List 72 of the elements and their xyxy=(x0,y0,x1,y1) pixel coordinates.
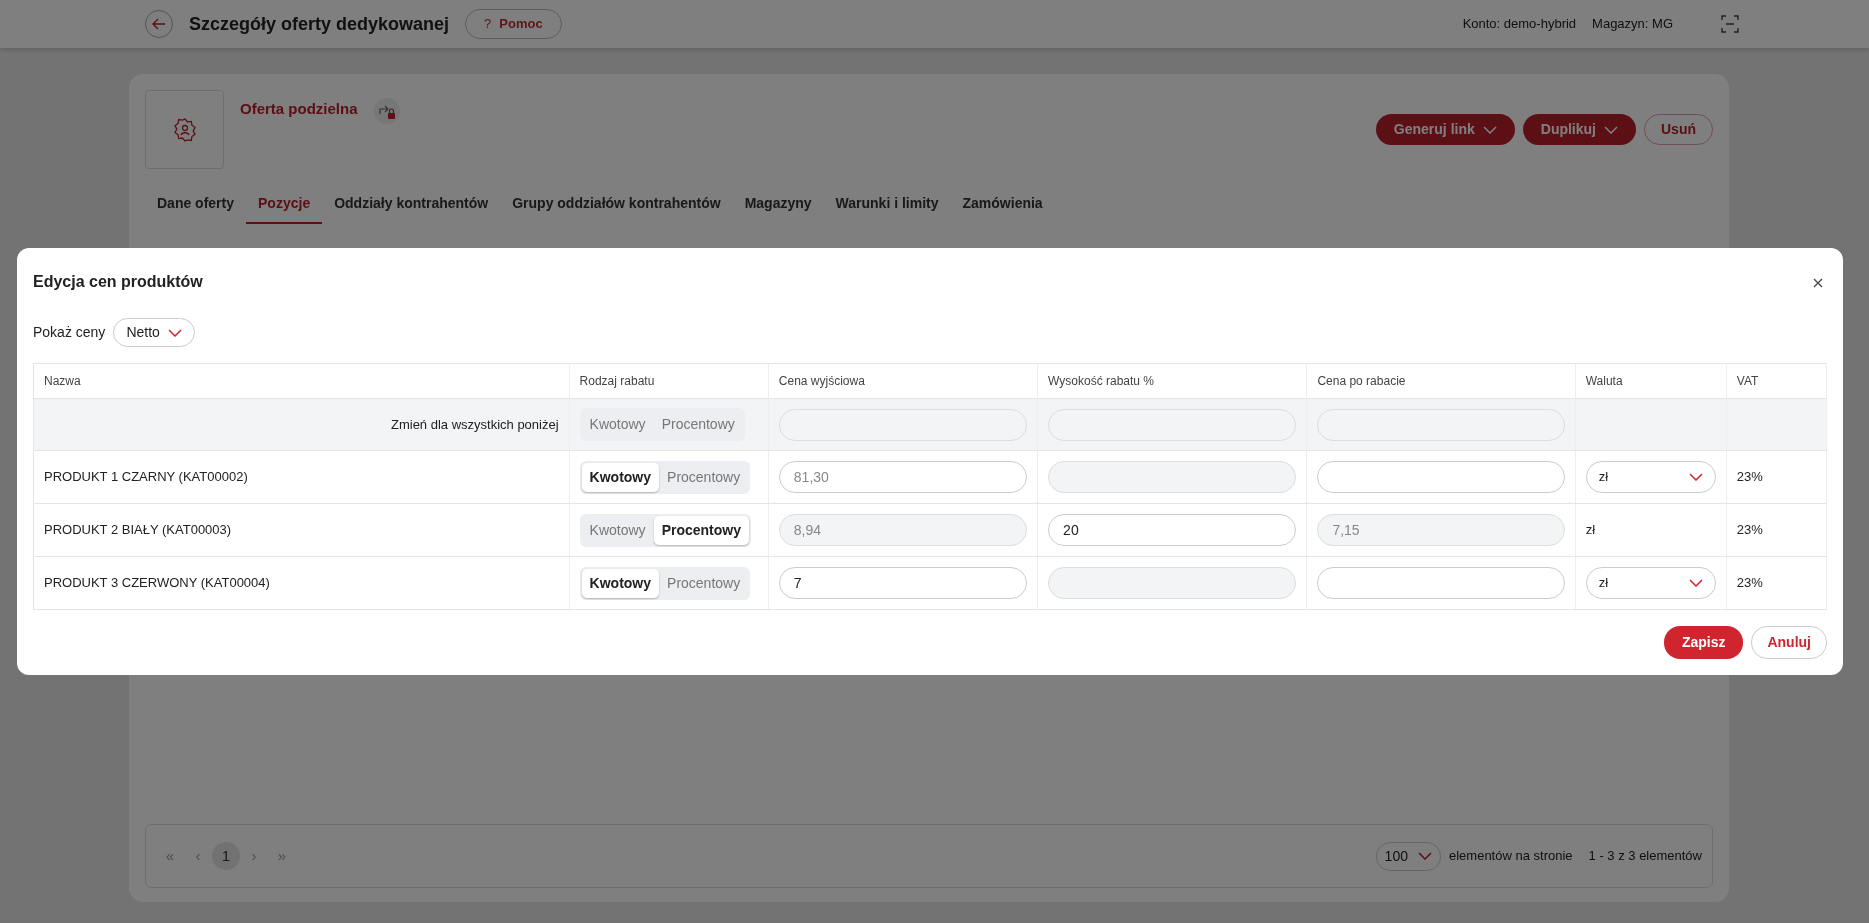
range-label: 1 - 3 z 3 elementów xyxy=(1588,847,1702,866)
dropdown-button[interactable]: Generuj link xyxy=(1375,114,1515,145)
tab[interactable]: Magazyny xyxy=(732,185,824,224)
discount-type-option[interactable]: Procentowy xyxy=(653,410,743,439)
vat-rate: 23% xyxy=(1736,522,1763,538)
page-button[interactable]: 1 xyxy=(212,842,240,870)
gear-user-icon xyxy=(172,117,197,142)
discount-type-option[interactable]: Kwotowy xyxy=(581,410,654,439)
warehouse-info: Magazyn: MG xyxy=(1592,15,1673,34)
discount-type-option[interactable]: Procentowy xyxy=(653,515,749,545)
save-button[interactable]: Zapisz xyxy=(1663,626,1744,659)
cancel-button[interactable]: Anuluj xyxy=(1751,626,1827,659)
product-name: PRODUKT 3 CZERWONY (KAT00004) xyxy=(44,575,270,591)
price-field[interactable] xyxy=(1048,408,1297,441)
currency-select[interactable]: zł xyxy=(1585,461,1716,493)
price-field[interactable] xyxy=(778,408,1028,441)
price-field[interactable] xyxy=(1317,461,1565,493)
discount-type-option[interactable]: Procentowy xyxy=(659,462,749,492)
account-info: Konto: demo-hybrid xyxy=(1462,15,1577,34)
chevron-down-icon xyxy=(1482,125,1497,134)
price-field[interactable]: 20 xyxy=(1048,514,1297,546)
price-field[interactable]: 81,30 xyxy=(778,461,1028,493)
tab[interactable]: Warunki i limity xyxy=(823,185,951,224)
discount-type-option[interactable]: Kwotowy xyxy=(581,515,654,545)
delete-button[interactable]: Usuń xyxy=(1644,114,1713,145)
column-header: Wysokość rabatu % xyxy=(1037,363,1307,399)
currency-select[interactable]: zł xyxy=(1585,567,1716,599)
page-size-label: elementów na stronie xyxy=(1448,847,1573,866)
chevron-down-icon xyxy=(1688,473,1703,481)
currency-text: zł xyxy=(1585,522,1596,538)
scan-icon[interactable] xyxy=(1721,15,1739,33)
price-mode-select[interactable]: Netto xyxy=(113,318,195,347)
price-field[interactable] xyxy=(1317,567,1565,599)
discount-type-option[interactable]: Procentowy xyxy=(659,568,749,598)
chevron-down-icon xyxy=(1604,125,1618,134)
close-icon xyxy=(1813,277,1823,288)
vat-rate: 23% xyxy=(1736,575,1763,591)
last-page-button[interactable]: » xyxy=(268,842,296,870)
column-header: Waluta xyxy=(1575,363,1727,399)
column-header: Nazwa xyxy=(33,363,570,399)
price-field[interactable] xyxy=(1317,408,1565,441)
share-lock-icon xyxy=(373,98,400,124)
tab[interactable]: Pozycje xyxy=(246,185,323,224)
column-header: Cena wyjściowa xyxy=(768,363,1038,399)
price-field[interactable]: 7 xyxy=(778,567,1028,599)
page-size-select[interactable]: 100 xyxy=(1375,841,1441,871)
price-label: Pokaż ceny xyxy=(33,323,106,342)
column-header: Rodzaj rabatu xyxy=(569,363,769,399)
arrow-left-icon xyxy=(152,18,166,30)
tab[interactable]: Oddziały kontrahentów xyxy=(322,185,501,224)
modal-title: Edycja cen produktów xyxy=(33,272,203,292)
tab[interactable]: Dane oferty xyxy=(145,185,247,224)
product-name: PRODUKT 2 BIAŁY (KAT00003) xyxy=(44,522,232,538)
column-header: Cena po rabacie xyxy=(1306,363,1576,399)
tab[interactable]: Grupy oddziałów kontrahentów xyxy=(500,185,733,224)
first-page-button[interactable]: « xyxy=(156,842,184,870)
discount-type-option[interactable]: Kwotowy xyxy=(581,568,660,598)
chevron-down-icon xyxy=(167,328,182,337)
chevron-down-icon xyxy=(1688,579,1703,587)
help-button[interactable]: ? Pomoc xyxy=(465,9,562,39)
next-page-button[interactable]: › xyxy=(240,842,268,870)
vat-rate: 23% xyxy=(1736,469,1763,485)
product-name: PRODUKT 1 CZARNY (KAT00002) xyxy=(44,469,248,485)
column-header: VAT xyxy=(1726,363,1827,399)
chevron-down-icon xyxy=(1417,852,1432,860)
page-title: Szczegóły oferty dedykowanej xyxy=(189,12,450,36)
dropdown-button[interactable]: Duplikuj xyxy=(1522,114,1636,145)
tab[interactable]: Zamówienia xyxy=(950,185,1055,224)
previous-page-button[interactable]: ‹ xyxy=(184,842,212,870)
offer-title: Oferta podzielna xyxy=(240,99,358,119)
discount-type-option[interactable]: Kwotowy xyxy=(581,462,660,492)
bulk-row-label: Zmień dla wszystkich poniżej xyxy=(390,416,559,432)
